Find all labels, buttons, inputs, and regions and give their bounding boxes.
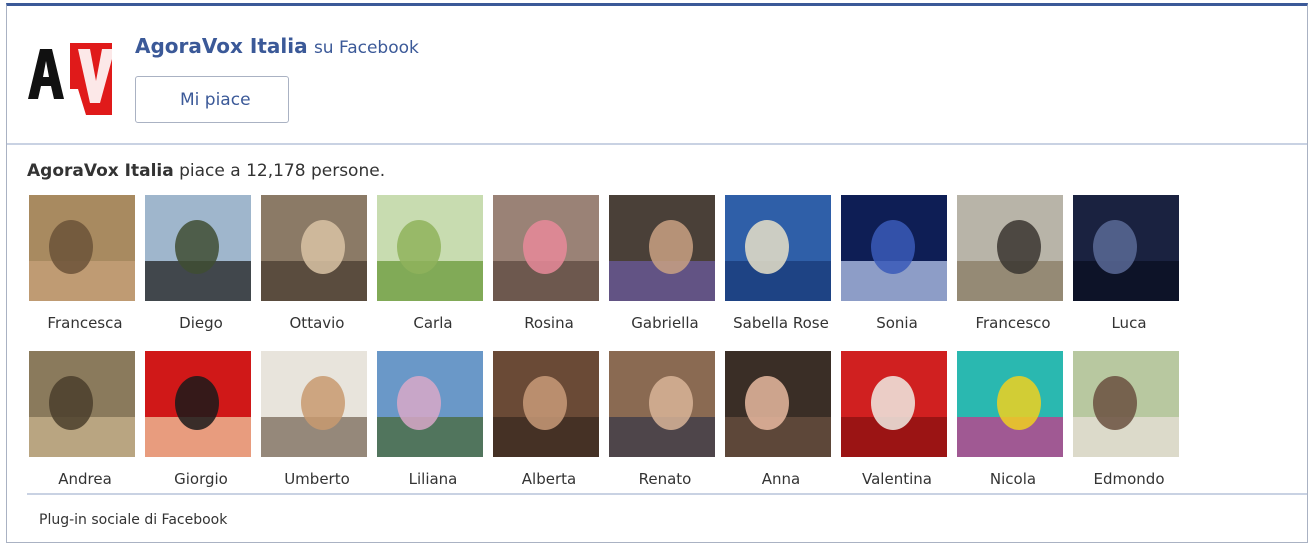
fan-name[interactable]: Alberta: [491, 470, 607, 488]
fan-avatar[interactable]: [29, 195, 135, 301]
fan-item[interactable]: Alberta: [491, 351, 607, 501]
fan-item[interactable]: Andrea: [27, 351, 143, 501]
page-link[interactable]: AgoraVox Italia su Facebook: [135, 34, 419, 58]
fan-avatar[interactable]: [957, 351, 1063, 457]
fan-count: AgoraVox Italia piace a 12,178 persone.: [27, 161, 385, 181]
fan-item[interactable]: Rosina: [491, 195, 607, 345]
fan-name[interactable]: Carla: [375, 314, 491, 332]
agoravox-logo-icon[interactable]: [26, 29, 112, 115]
fan-item[interactable]: Umberto: [259, 351, 375, 501]
fan-item[interactable]: Carla: [375, 195, 491, 345]
fan-name[interactable]: Umberto: [259, 470, 375, 488]
fan-avatar[interactable]: [261, 351, 367, 457]
like-box-header: AgoraVox Italia su Facebook Mi piace: [7, 6, 1307, 143]
fan-name[interactable]: Edmondo: [1071, 470, 1187, 488]
fan-item[interactable]: Diego: [143, 195, 259, 345]
fan-item[interactable]: Valentina: [839, 351, 955, 501]
fan-name[interactable]: Liliana: [375, 470, 491, 488]
page-name[interactable]: AgoraVox Italia: [135, 34, 308, 58]
fan-item[interactable]: Edmondo: [1071, 351, 1187, 501]
fan-name[interactable]: Renato: [607, 470, 723, 488]
fan-item[interactable]: Anna: [723, 351, 839, 501]
fan-name[interactable]: Nicola: [955, 470, 1071, 488]
fan-avatar[interactable]: [609, 351, 715, 457]
fan-name[interactable]: Andrea: [27, 470, 143, 488]
fan-avatar[interactable]: [1073, 195, 1179, 301]
fan-name[interactable]: Anna: [723, 470, 839, 488]
fan-name[interactable]: Giorgio: [143, 470, 259, 488]
on-facebook-label[interactable]: su Facebook: [314, 38, 419, 58]
fan-item[interactable]: Sonia: [839, 195, 955, 345]
fan-item[interactable]: Giorgio: [143, 351, 259, 501]
fan-avatar[interactable]: [29, 351, 135, 457]
fan-avatar[interactable]: [1073, 351, 1179, 457]
fan-avatar[interactable]: [841, 351, 947, 457]
fan-name[interactable]: Francesca: [27, 314, 143, 332]
footer-divider: [27, 493, 1307, 495]
fan-avatar[interactable]: [609, 195, 715, 301]
fan-avatar[interactable]: [725, 195, 831, 301]
fan-avatar[interactable]: [261, 195, 367, 301]
fan-count-page-name[interactable]: AgoraVox Italia: [27, 161, 174, 181]
fan-avatar[interactable]: [493, 195, 599, 301]
fan-item[interactable]: Luca: [1071, 195, 1187, 345]
fan-name[interactable]: Valentina: [839, 470, 955, 488]
fan-avatar[interactable]: [957, 195, 1063, 301]
fan-name[interactable]: Rosina: [491, 314, 607, 332]
fan-item[interactable]: Ottavio: [259, 195, 375, 345]
fan-avatar[interactable]: [841, 195, 947, 301]
fan-avatar[interactable]: [145, 195, 251, 301]
fan-item[interactable]: Francesco: [955, 195, 1071, 345]
fan-name[interactable]: Ottavio: [259, 314, 375, 332]
fan-name[interactable]: Luca: [1071, 314, 1187, 332]
fan-name[interactable]: Diego: [143, 314, 259, 332]
fan-count-text: piace a 12,178 persone.: [179, 161, 386, 181]
fan-name[interactable]: Francesco: [955, 314, 1071, 332]
fan-item[interactable]: Sabella Rose: [723, 195, 839, 345]
fan-avatar[interactable]: [725, 351, 831, 457]
facebook-like-box: AgoraVox Italia su Facebook Mi piace Ago…: [6, 3, 1308, 543]
fan-item[interactable]: Liliana: [375, 351, 491, 501]
header-divider: [7, 143, 1307, 145]
fan-name[interactable]: Gabriella: [607, 314, 723, 332]
fan-avatar[interactable]: [377, 195, 483, 301]
fan-item[interactable]: Francesca: [27, 195, 143, 345]
fan-name[interactable]: Sabella Rose: [723, 314, 839, 332]
fan-avatar[interactable]: [493, 351, 599, 457]
fan-name[interactable]: Sonia: [839, 314, 955, 332]
fan-avatar[interactable]: [145, 351, 251, 457]
fan-item[interactable]: Nicola: [955, 351, 1071, 501]
like-button[interactable]: Mi piace: [135, 76, 289, 123]
fan-item[interactable]: Gabriella: [607, 195, 723, 345]
fan-avatar[interactable]: [377, 351, 483, 457]
fan-item[interactable]: Renato: [607, 351, 723, 501]
social-plugin-footer[interactable]: Plug-in sociale di Facebook: [39, 512, 227, 528]
